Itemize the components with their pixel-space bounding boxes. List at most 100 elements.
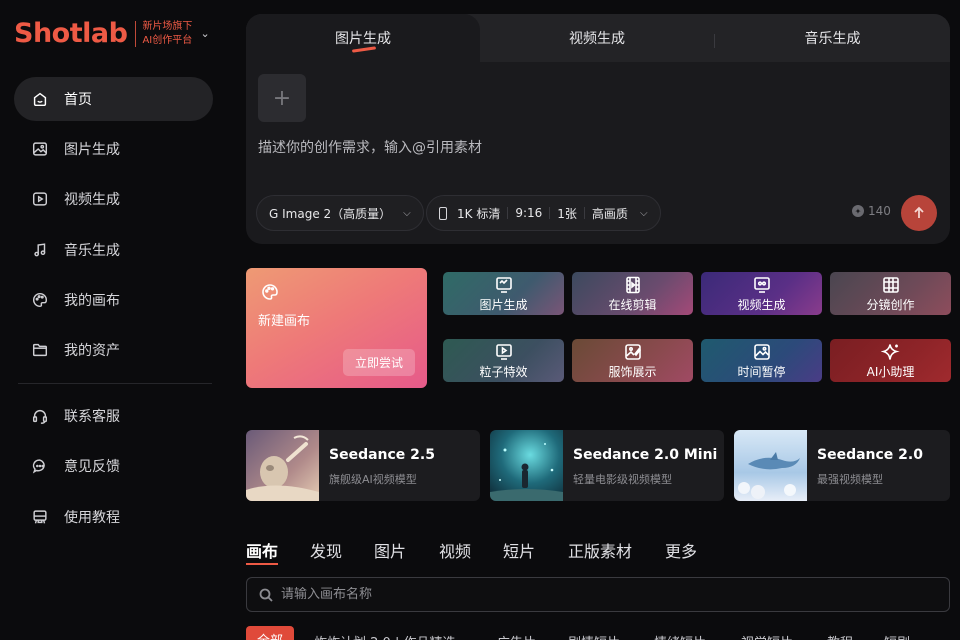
filter-chip-featured[interactable]: 炸炸计划 2.0 | 作品精选 <box>314 626 455 640</box>
sidebar-item-support[interactable]: 联系客服 <box>14 394 213 438</box>
sparkle-icon <box>880 343 900 360</box>
sidebar-item-label: 意见反馈 <box>64 459 120 475</box>
feature-particle-effects[interactable]: 粒子特效 <box>443 339 564 382</box>
sidebar-item-my-assets[interactable]: 我的资产 <box>14 328 213 372</box>
quality-value: 高画质 <box>591 206 628 221</box>
tagline-line1: 新片场旗下 <box>142 20 193 32</box>
gallery-tab-shorts[interactable]: 短片 <box>503 538 535 562</box>
sidebar-item-tutorial[interactable]: 使用教程 <box>14 495 213 539</box>
gallery-tab-more[interactable]: 更多 <box>665 538 697 562</box>
landscape-icon <box>753 343 770 360</box>
chat-bubble-icon <box>30 456 50 476</box>
feature-label: 视频生成 <box>737 297 786 312</box>
sidebar-item-label: 音乐生成 <box>64 243 120 259</box>
credits-cost: ✦ 140 <box>852 204 891 218</box>
tab-image-gen[interactable]: 图片生成 <box>246 14 480 62</box>
feature-fashion-show[interactable]: 服饰展示 <box>572 339 693 382</box>
feature-online-edit[interactable]: 在线剪辑 <box>572 272 693 315</box>
chevron-down-icon: ⌵ <box>639 207 648 219</box>
folder-icon <box>30 340 50 360</box>
model-thumbnail <box>246 430 319 501</box>
film-strip-icon <box>625 276 640 293</box>
model-card-seedance-2-0-mini[interactable]: Seedance 2.0 Mini 轻量电影级视频模型 <box>490 430 724 501</box>
sidebar-item-label: 首页 <box>64 92 92 108</box>
filter-chip-drama-shorts[interactable]: 剧情短片 <box>568 626 620 640</box>
sidebar-item-image-gen[interactable]: 图片生成 <box>14 127 213 171</box>
gallery-tab-videos[interactable]: 视频 <box>439 538 471 562</box>
play-screen-icon <box>495 343 512 360</box>
image-edit-icon <box>624 343 641 360</box>
gallery-tab-discover[interactable]: 发现 <box>310 538 342 562</box>
feature-storyboard[interactable]: 分镜创作 <box>830 272 951 315</box>
model-select-value: G Image 2（高质量） <box>269 206 392 221</box>
tagline-line2: AI创作平台 <box>142 34 193 46</box>
logo-tagline: 新片场旗下 AI创作平台 <box>142 20 192 48</box>
sidebar-item-feedback[interactable]: 意见反馈 <box>14 444 213 488</box>
model-thumbnail <box>734 430 807 501</box>
brand-logo[interactable]: Shotlab 新片场旗下 AI创作平台 ⌄ <box>14 18 210 49</box>
feature-image-gen[interactable]: 图片生成 <box>443 272 564 315</box>
try-now-button[interactable]: 立即尝试 <box>343 349 415 376</box>
model-thumbnail <box>490 430 563 501</box>
tab-music-gen[interactable]: 音乐生成 <box>715 14 950 62</box>
model-select[interactable]: G Image 2（高质量） ⌵ <box>256 195 424 231</box>
feature-label: 分镜创作 <box>866 297 915 312</box>
model-description: 轻量电影级视频模型 <box>573 473 672 486</box>
feature-label: 粒子特效 <box>479 364 528 379</box>
setting-divider <box>549 207 551 219</box>
model-name: Seedance 2.5 <box>329 447 435 463</box>
setting-divider <box>507 207 509 219</box>
image-frame-icon <box>495 276 512 293</box>
sidebar: Shotlab 新片场旗下 AI创作平台 ⌄ 首页 图片生成 视频生成 音乐生成 <box>0 0 230 640</box>
sidebar-item-music-gen[interactable]: 音乐生成 <box>14 228 213 272</box>
gallery-tab-licensed-assets[interactable]: 正版素材 <box>568 538 632 562</box>
sidebar-item-home[interactable]: 首页 <box>14 77 213 121</box>
model-description: 最强视频模型 <box>817 473 883 486</box>
feature-time-freeze[interactable]: 时间暂停 <box>701 339 822 382</box>
feature-video-gen[interactable]: 视频生成 <box>701 272 822 315</box>
generate-button[interactable] <box>901 195 937 231</box>
new-canvas-label: 新建画布 <box>258 314 311 329</box>
filter-chip-all[interactable]: 全部 <box>246 626 295 640</box>
feature-label: 服饰展示 <box>608 364 657 379</box>
filter-chip-mood-shorts[interactable]: 情绪短片 <box>654 626 706 640</box>
prompt-input[interactable] <box>258 136 938 160</box>
model-name: Seedance 2.0 <box>817 447 923 463</box>
feature-label: 在线剪辑 <box>608 297 657 312</box>
aspect-ratio-icon <box>439 206 447 220</box>
model-card-seedance-2-0[interactable]: Seedance 2.0 最强视频模型 <box>734 430 950 501</box>
sidebar-item-my-canvas[interactable]: 我的画布 <box>14 278 213 322</box>
output-settings-select[interactable]: 1K 标清 9:16 1张 高画质 ⌵ <box>426 195 661 231</box>
feature-label: 图片生成 <box>479 297 528 312</box>
model-name: Seedance 2.0 Mini <box>573 447 718 463</box>
active-gallery-tab-indicator <box>246 563 278 565</box>
setting-divider <box>583 207 585 219</box>
filter-chip-tutorial[interactable]: 教程 <box>827 626 853 640</box>
ratio-value: 9:16 <box>515 206 543 220</box>
tab-video-gen[interactable]: 视频生成 <box>480 14 714 62</box>
canvas-search <box>246 577 950 612</box>
sidebar-item-label: 我的资产 <box>64 343 120 359</box>
video-monitor-icon <box>753 276 770 293</box>
gallery-tab-canvas[interactable]: 画布 <box>246 538 278 562</box>
sidebar-item-video-gen[interactable]: 视频生成 <box>14 177 213 221</box>
new-canvas-card[interactable]: 新建画布 立即尝试 <box>246 268 427 388</box>
gallery-tab-images[interactable]: 图片 <box>374 538 406 562</box>
sidebar-item-label: 图片生成 <box>64 142 120 158</box>
feature-ai-assistant[interactable]: AI小助理 <box>830 339 951 382</box>
storyboard-icon <box>882 276 899 293</box>
upload-reference-button[interactable]: + <box>258 74 306 122</box>
filter-chip-visual-shorts[interactable]: 视觉短片 <box>741 626 793 640</box>
music-note-icon <box>30 240 50 260</box>
image-icon <box>30 139 50 159</box>
filter-chip-short-drama[interactable]: 短剧 <box>884 626 910 640</box>
palette-icon <box>30 290 50 310</box>
logo-text: Shotlab <box>14 18 128 49</box>
chevron-down-icon[interactable]: ⌄ <box>200 27 209 40</box>
canvas-search-input[interactable] <box>281 587 949 602</box>
model-card-seedance-2-5[interactable]: Seedance 2.5 旗舰级AI视频模型 <box>246 430 480 501</box>
arrow-up-icon <box>914 206 924 218</box>
headset-icon <box>30 406 50 426</box>
home-icon <box>30 89 50 109</box>
filter-chip-ads[interactable]: 广告片 <box>497 626 536 640</box>
